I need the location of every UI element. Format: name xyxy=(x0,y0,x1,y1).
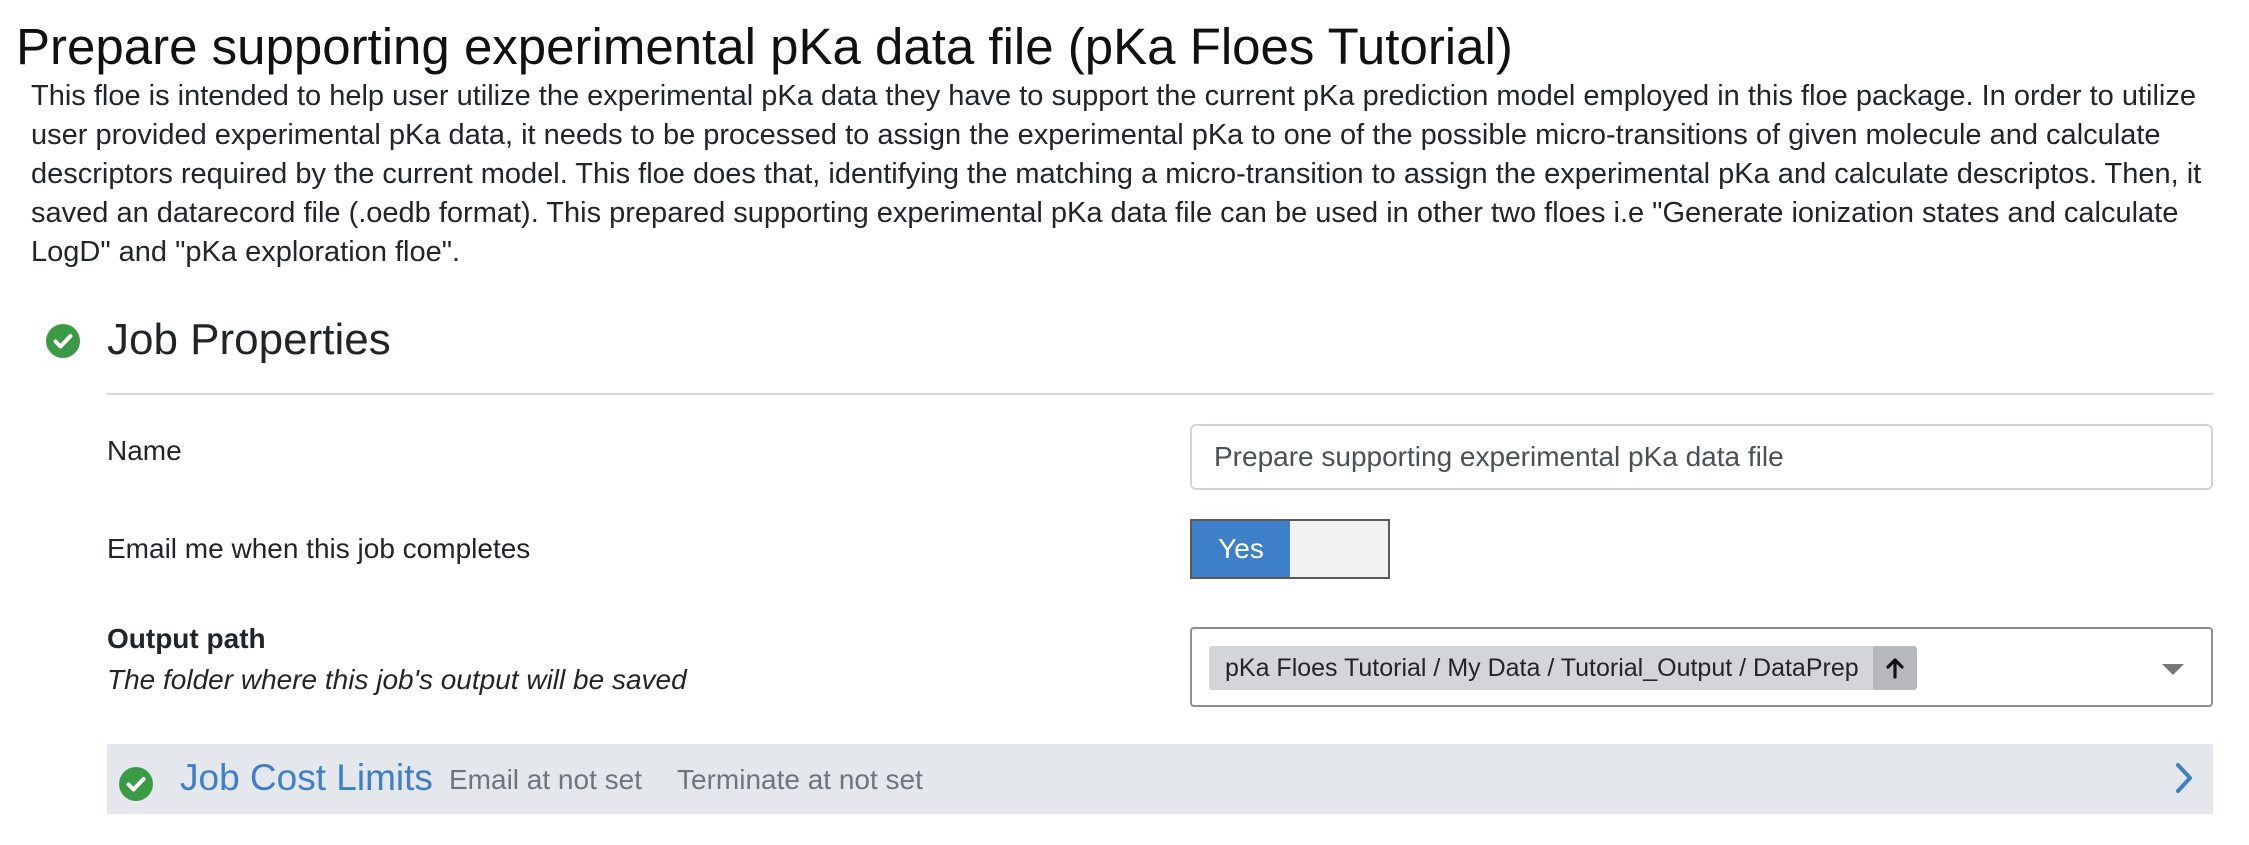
caret-down-icon[interactable] xyxy=(2162,664,2184,675)
job-cost-limits-title[interactable]: Job Cost Limits xyxy=(180,754,433,802)
section-divider xyxy=(107,393,2213,395)
terminate-at-status: Terminate at not set xyxy=(677,764,923,795)
job-cost-limits-panel[interactable]: Job Cost Limits Email at not set Termina… xyxy=(107,744,2213,814)
toggle-on-label: Yes xyxy=(1192,521,1290,577)
floe-description: This floe is intended to help user utili… xyxy=(31,80,2202,268)
output-path-select[interactable]: pKa Floes Tutorial / My Data / Tutorial_… xyxy=(1190,627,2213,707)
chevron-right-icon[interactable] xyxy=(2174,762,2194,794)
output-path-label: Output path xyxy=(107,623,266,654)
job-name-input[interactable] xyxy=(1190,424,2213,490)
page-title: Prepare supporting experimental pKa data… xyxy=(16,18,1513,75)
arrow-up-icon[interactable] xyxy=(1872,646,1917,690)
output-path-help: The folder where this job's output will … xyxy=(107,664,687,695)
email-toggle[interactable]: Yes xyxy=(1190,519,1390,579)
email-at-status: Email at not set xyxy=(449,764,642,795)
email-label: Email me when this job completes xyxy=(107,533,531,564)
output-path-chip: pKa Floes Tutorial / My Data / Tutorial_… xyxy=(1209,646,1917,690)
check-circle-icon xyxy=(46,324,80,358)
toggle-knob xyxy=(1290,521,1388,577)
job-properties-heading: Job Properties xyxy=(107,315,391,364)
name-label: Name xyxy=(107,435,182,466)
output-path-value: pKa Floes Tutorial / My Data / Tutorial_… xyxy=(1209,646,1873,690)
check-circle-icon xyxy=(119,767,153,801)
